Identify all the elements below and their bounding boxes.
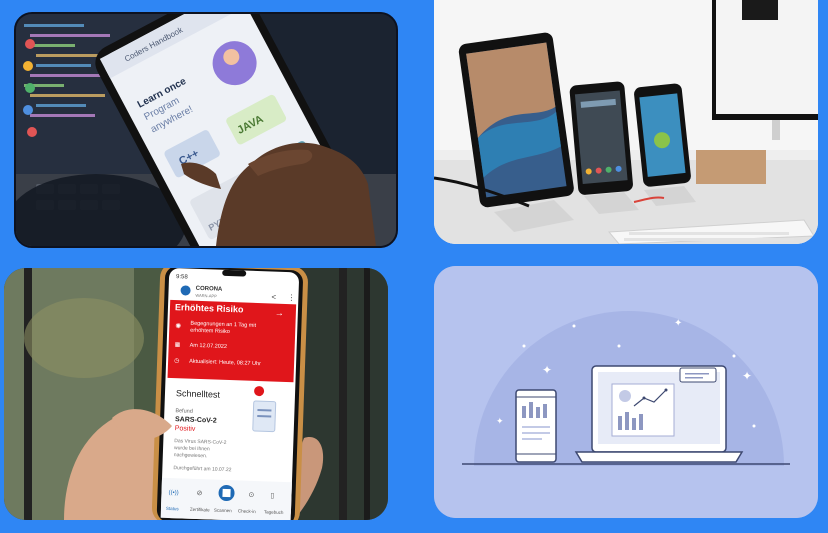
virus-icon: ✺ (175, 322, 181, 330)
phone-illustration (515, 389, 557, 463)
test-result: Positiv (175, 425, 196, 433)
nav-tagebuch[interactable]: Tagebuch (264, 509, 284, 515)
photo-devices-scene (434, 0, 818, 244)
nav-scannen[interactable]: Scannen (214, 508, 232, 514)
certificate-icon[interactable]: ⊘ (196, 490, 202, 497)
test-note-2: wurde bei Ihnen (174, 445, 210, 452)
illustration-scene: ✦ ✦ ✦ ✦ (434, 266, 818, 518)
sparkle-icon: ✦ (496, 416, 504, 426)
photo-coding-app-phone: Coders Handbook Learn once Program anywh… (14, 12, 398, 248)
share-icon[interactable]: < (271, 292, 276, 301)
app-name-corona: CORONA (196, 286, 224, 293)
app-name-warn-app: WARN-APP (195, 293, 217, 299)
laptop-illustration (574, 365, 744, 463)
photo-devices-on-stands (434, 0, 818, 244)
clock-icon: ◷ (174, 358, 179, 364)
arrow-right-icon: → (275, 308, 284, 318)
nav-check-in[interactable]: Check-in (238, 508, 256, 514)
test-virus: SARS-CoV-2 (175, 416, 217, 424)
test-title: Schnelltest (176, 388, 221, 400)
diary-icon[interactable]: ▯ (270, 493, 274, 500)
sparkle-icon: ✦ (542, 363, 552, 377)
status-icon[interactable]: ((•)) (168, 490, 178, 496)
sparkle-icon: ✦ (674, 318, 682, 329)
test-note-3: nachgewiesen. (174, 452, 208, 459)
photo-coding-app-scene: Coders Handbook Learn once Program anywh… (16, 14, 396, 246)
status-time: 9:58 (176, 274, 189, 280)
nav-status[interactable]: Status (166, 506, 180, 511)
calendar-icon: ▦ (175, 342, 181, 348)
illustration-responsive-devices: ✦ ✦ ✦ ✦ (434, 266, 818, 518)
test-label: Befund (175, 408, 193, 415)
photo-corona-scene: 9:58 CORONA WARN-APP < ⋮ Erhöhtes Risiko… (4, 268, 388, 520)
nav-zertifikate[interactable]: Zertifikate (190, 507, 210, 513)
location-pin-icon[interactable]: ⊙ (248, 492, 254, 499)
photo-corona-warn-app: 9:58 CORONA WARN-APP < ⋮ Erhöhtes Risiko… (4, 268, 388, 520)
more-vert-icon[interactable]: ⋮ (287, 293, 295, 302)
sparkle-icon: ✦ (742, 369, 752, 383)
